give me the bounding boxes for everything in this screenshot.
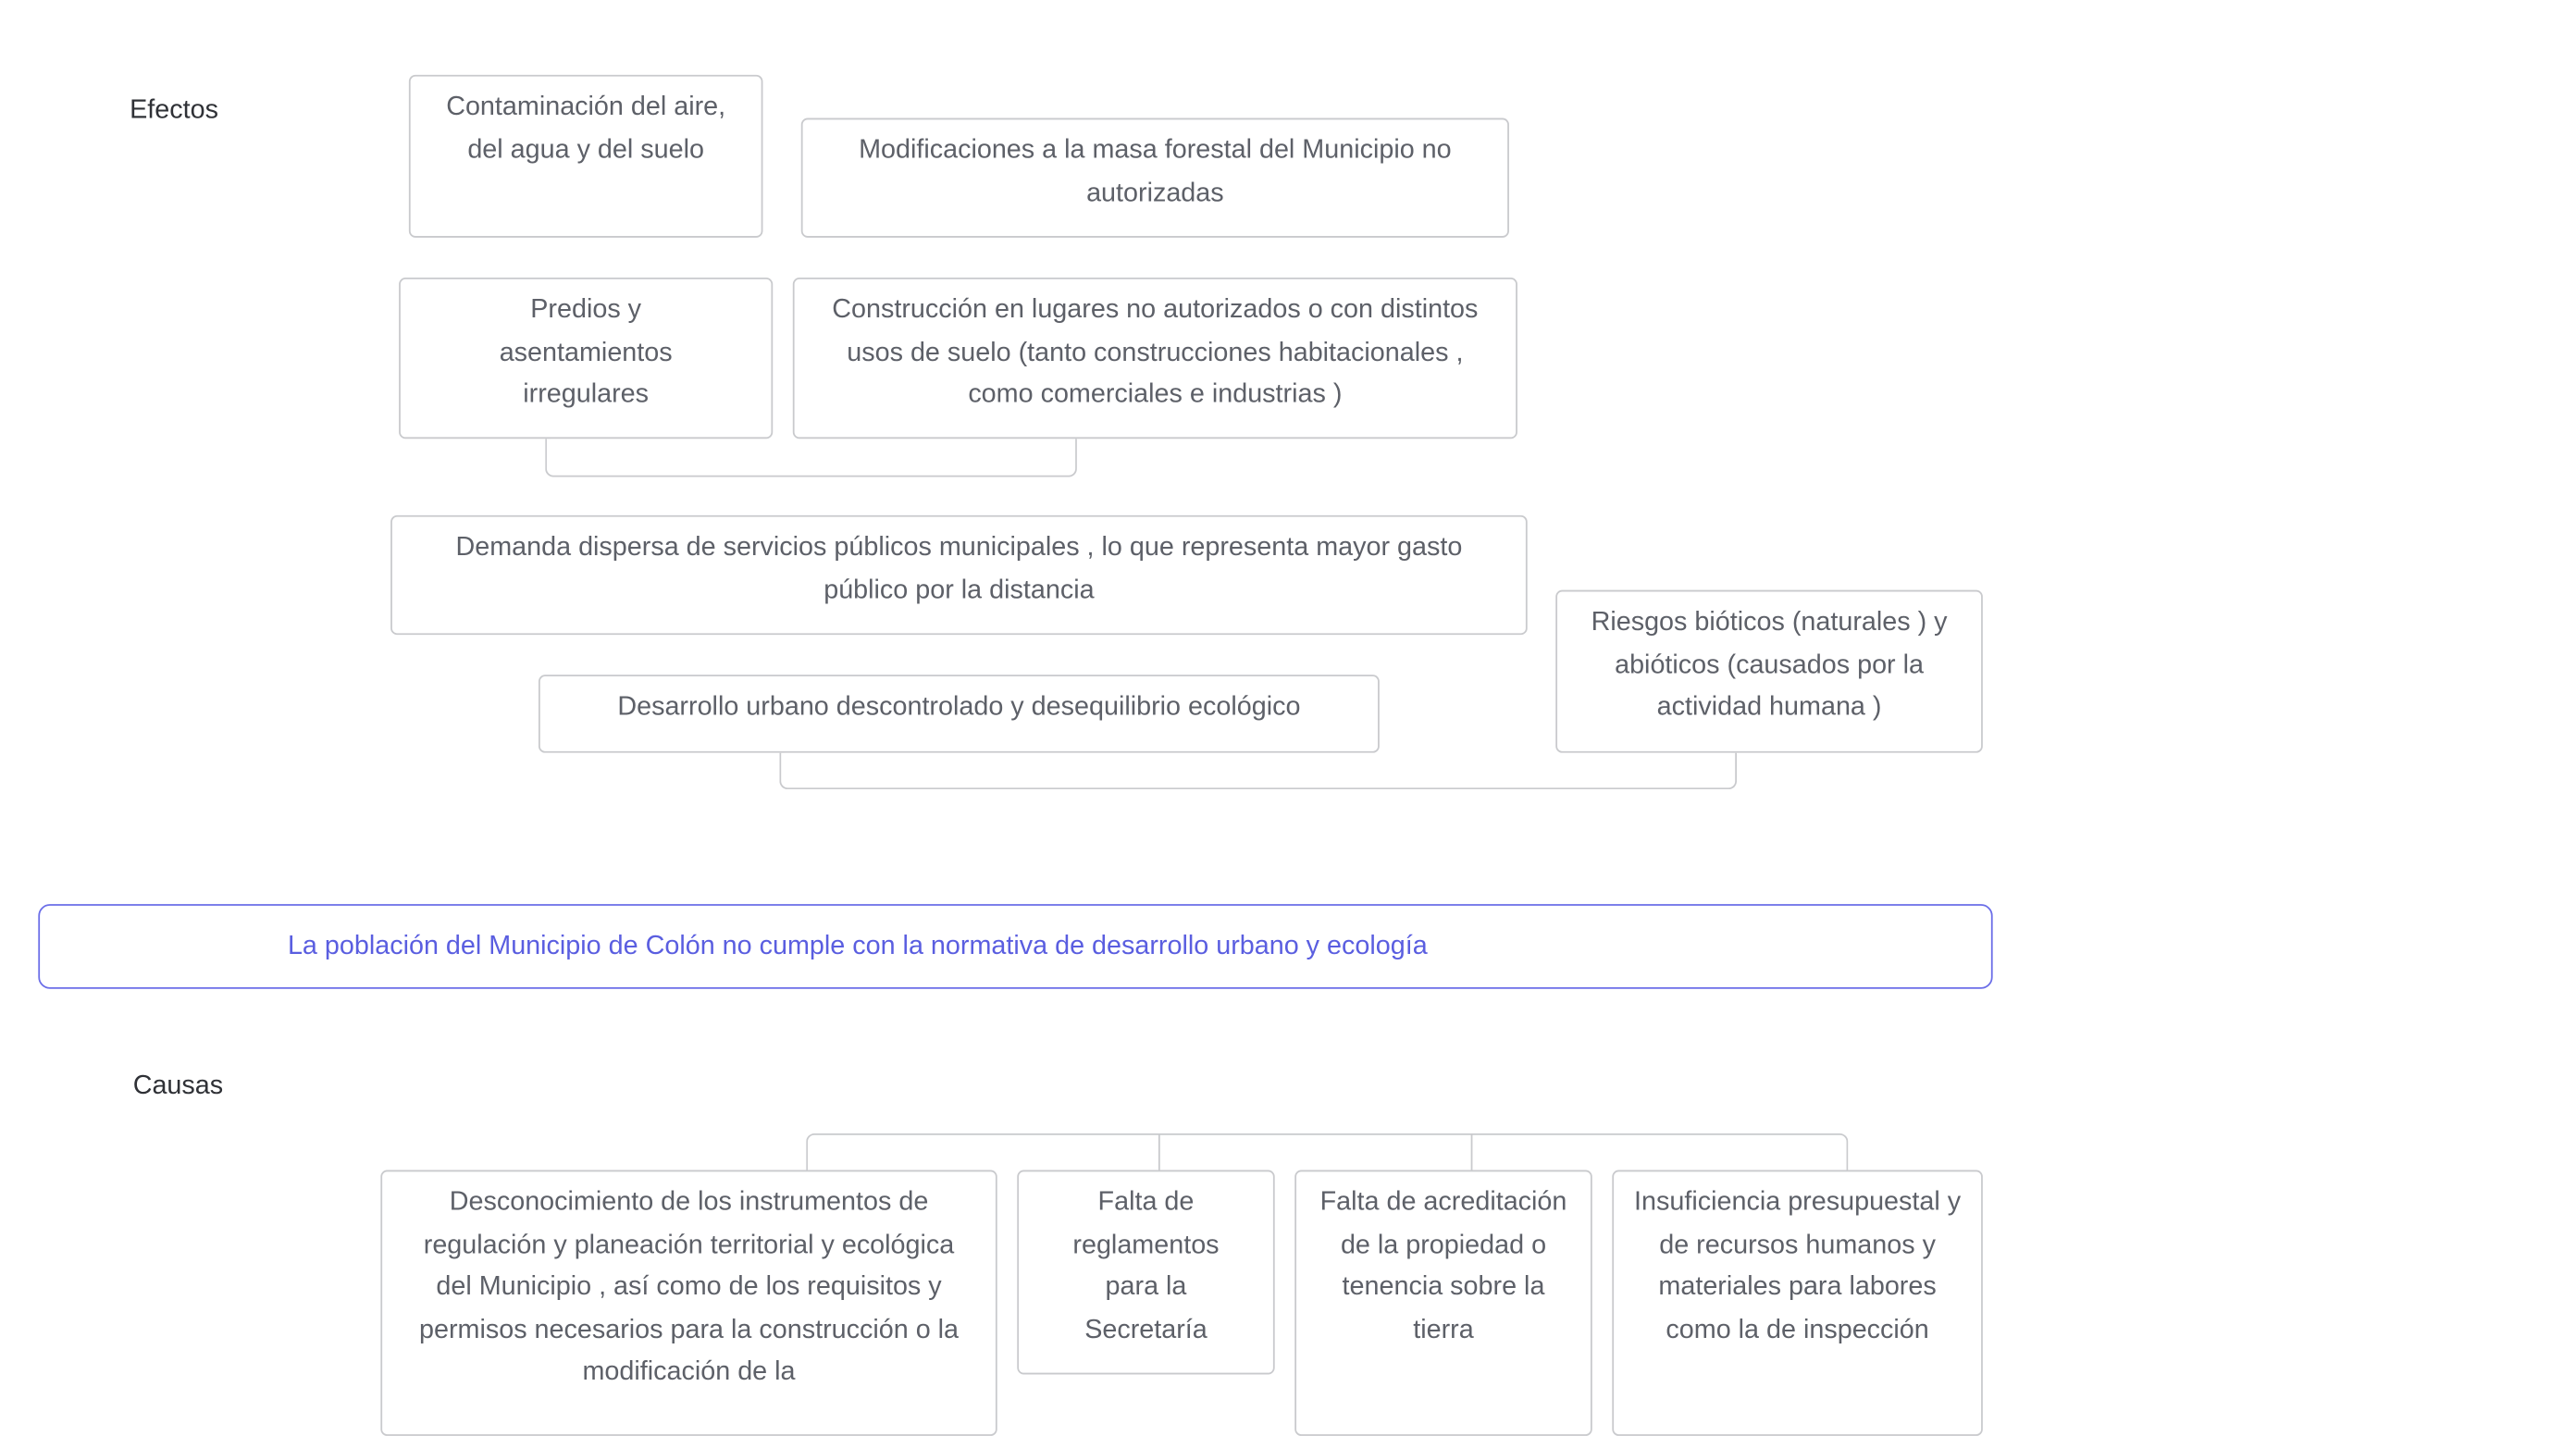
central-problem-box[interactable]: La población del Municipio de Colón no c… bbox=[38, 904, 1993, 989]
connector-causes bbox=[806, 1133, 1849, 1172]
central-problem-text: La población del Municipio de Colón no c… bbox=[287, 931, 1428, 960]
cause-box-budget[interactable]: Insuficiencia presupuestal y de recursos… bbox=[1612, 1170, 1983, 1436]
effect-text: Modificaciones a la masa forestal del Mu… bbox=[859, 136, 1452, 207]
cause-box-property[interactable]: Falta de acreditación de la propiedad o … bbox=[1294, 1170, 1592, 1436]
effect-box-risks[interactable]: Riesgos bióticos (naturales ) y abiótico… bbox=[1555, 589, 1983, 753]
effect-box-construction[interactable]: Construcción en lugares no autorizados o… bbox=[792, 277, 1517, 439]
connector-tick-c3 bbox=[1470, 1133, 1473, 1172]
effect-text: Desarrollo urbano descontrolado y desequ… bbox=[617, 693, 1301, 722]
effect-box-forest[interactable]: Modificaciones a la masa forestal del Mu… bbox=[800, 118, 1509, 238]
cause-box-regulations[interactable]: Falta de reglamentos para la Secretaría bbox=[1017, 1170, 1275, 1375]
cause-box-unawareness[interactable]: Desconocimiento de los instrumentos de r… bbox=[380, 1170, 997, 1436]
effect-text: Riesgos bióticos (naturales ) y abiótico… bbox=[1591, 608, 1948, 722]
effect-text: Demanda dispersa de servicios públicos m… bbox=[455, 533, 1463, 604]
effect-box-public-services[interactable]: Demanda dispersa de servicios públicos m… bbox=[390, 514, 1528, 636]
effect-text: Contaminación del aire, del agua y del s… bbox=[446, 93, 726, 164]
connector-e3-e4 bbox=[545, 439, 1077, 477]
causes-label: Causas bbox=[132, 1071, 224, 1101]
effects-label: Efectos bbox=[130, 96, 218, 125]
effect-box-contamination[interactable]: Contaminación del aire, del agua y del s… bbox=[408, 74, 763, 238]
connector-tick-c2 bbox=[1158, 1133, 1160, 1172]
effect-box-irregular-plots[interactable]: Predios y asentamientos irregulares bbox=[399, 277, 774, 439]
connector-e6-e7 bbox=[779, 752, 1738, 790]
effect-text: Predios y asentamientos irregulares bbox=[499, 295, 673, 409]
effect-text: Construcción en lugares no autorizados o… bbox=[832, 295, 1479, 409]
cause-text: Desconocimiento de los instrumentos de r… bbox=[418, 1188, 960, 1387]
cause-text: Falta de acreditación de la propiedad o … bbox=[1319, 1188, 1567, 1344]
cause-text: Falta de reglamentos para la Secretaría bbox=[1072, 1188, 1220, 1344]
effect-box-urban-development[interactable]: Desarrollo urbano descontrolado y desequ… bbox=[538, 675, 1380, 753]
cause-text: Insuficiencia presupuestal y de recursos… bbox=[1634, 1188, 1962, 1344]
problem-tree-diagram: Efectos Contaminación del aire, del agua… bbox=[0, 0, 2576, 1436]
